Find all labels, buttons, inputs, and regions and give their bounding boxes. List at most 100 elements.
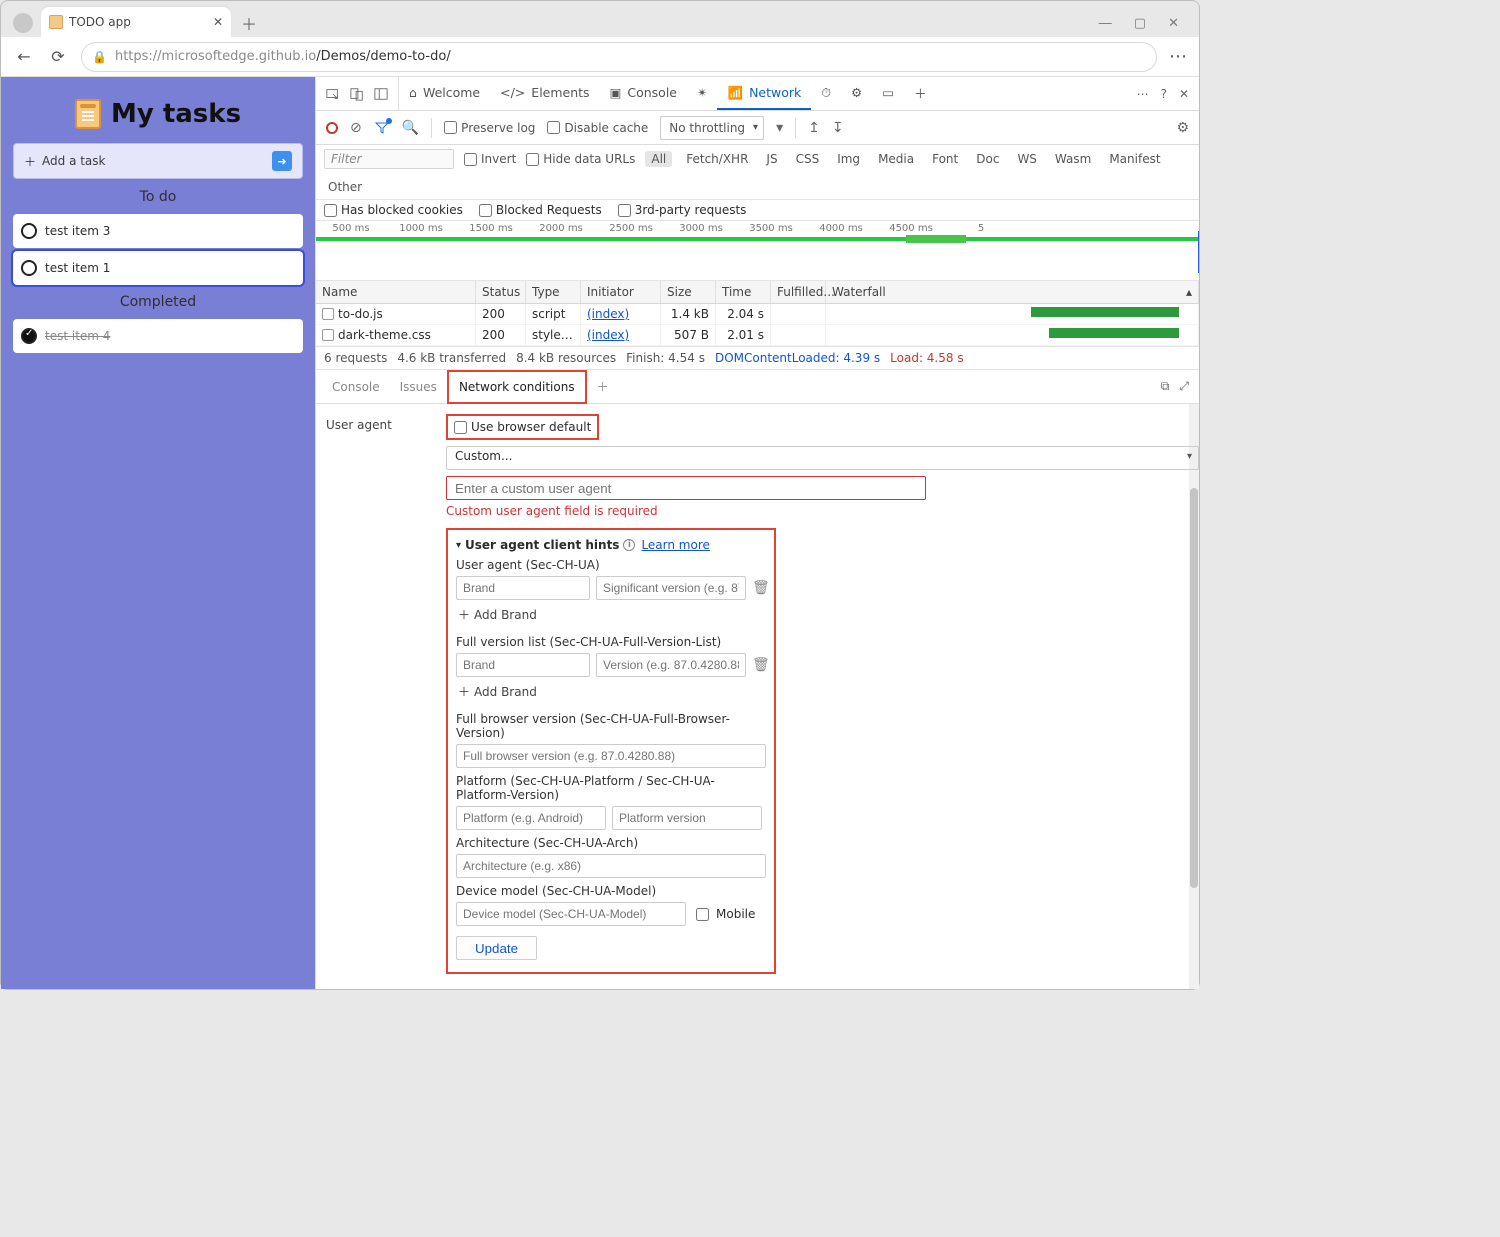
- search-icon[interactable]: 🔍: [402, 120, 419, 136]
- hide-data-urls-checkbox[interactable]: Hide data URLs: [526, 152, 635, 166]
- drawer-tab-console[interactable]: Console: [322, 370, 390, 403]
- tab-add[interactable]: ＋: [904, 77, 937, 110]
- upload-icon[interactable]: ↥: [808, 120, 820, 136]
- tab-elements[interactable]: </>Elements: [490, 77, 599, 110]
- delete-icon[interactable]: 🗑: [752, 657, 770, 673]
- filter-toggle-icon[interactable]: [374, 120, 390, 136]
- initiator-link[interactable]: (index): [587, 328, 629, 342]
- filter-type[interactable]: Font: [928, 151, 962, 167]
- tab-network[interactable]: 📶Network: [717, 77, 811, 110]
- tab-console[interactable]: ▣Console: [600, 77, 687, 110]
- close-window-icon[interactable]: ✕: [1168, 16, 1179, 31]
- third-party-checkbox[interactable]: 3rd-party requests: [618, 203, 747, 217]
- task-checkbox-checked-icon[interactable]: [21, 328, 37, 344]
- tab-application[interactable]: ▭: [872, 77, 904, 110]
- update-button[interactable]: Update: [456, 936, 537, 960]
- filter-type[interactable]: All: [645, 151, 672, 167]
- app-title: My tasks: [111, 99, 241, 129]
- delete-icon[interactable]: 🗑: [752, 580, 770, 596]
- download-icon[interactable]: ↧: [832, 120, 844, 136]
- help-icon[interactable]: ?: [1161, 87, 1167, 101]
- user-agent-label: User agent: [326, 414, 446, 432]
- refresh-icon[interactable]: ⟳: [47, 47, 69, 66]
- drawer-add-tab[interactable]: ＋: [587, 370, 619, 403]
- platform-input[interactable]: [456, 806, 606, 830]
- filter-input[interactable]: Filter: [324, 149, 454, 169]
- filter-type[interactable]: Media: [874, 151, 918, 167]
- task-item[interactable]: test item 3: [13, 214, 303, 248]
- ua-select[interactable]: Custom...: [446, 446, 1199, 470]
- filter-type[interactable]: Manifest: [1105, 151, 1164, 167]
- platform-version-input[interactable]: [612, 806, 762, 830]
- expand-icon[interactable]: ▾: [456, 540, 461, 551]
- network-timeline[interactable]: 500 ms1000 ms1500 ms2000 ms2500 ms3000 m…: [316, 221, 1199, 281]
- version-input[interactable]: [596, 653, 746, 677]
- filter-type[interactable]: Fetch/XHR: [682, 151, 752, 167]
- sort-icon[interactable]: ▴: [1186, 285, 1192, 299]
- invert-checkbox[interactable]: Invert: [464, 152, 516, 166]
- maximize-icon[interactable]: ▢: [1134, 16, 1146, 31]
- address-bar[interactable]: 🔒 https://microsoftedge.github.io/Demos/…: [81, 42, 1157, 72]
- back-icon[interactable]: ←: [13, 47, 35, 66]
- profile-avatar-icon[interactable]: [13, 13, 33, 33]
- task-item-done[interactable]: test item 4: [13, 319, 303, 353]
- sig-version-input[interactable]: [596, 576, 746, 600]
- table-header[interactable]: Name Status Type Initiator Size Time Ful…: [316, 281, 1199, 304]
- ua-custom-input[interactable]: [446, 476, 926, 500]
- toggle-sidebar-icon[interactable]: [374, 86, 388, 101]
- network-settings-icon[interactable]: ⚙: [1176, 120, 1189, 136]
- device-toggle-icon[interactable]: [350, 86, 364, 101]
- add-brand-button[interactable]: ＋Add Brand: [458, 606, 537, 623]
- tab-performance[interactable]: ⏱: [811, 77, 841, 110]
- arch-input[interactable]: [456, 854, 766, 878]
- new-tab-button[interactable]: ＋: [235, 9, 263, 37]
- mobile-checkbox[interactable]: Mobile: [692, 905, 755, 924]
- model-input[interactable]: [456, 902, 686, 926]
- table-row[interactable]: to-do.js 200 script (index) 1.4 kB 2.04 …: [316, 304, 1199, 325]
- submit-task-icon[interactable]: ➜: [272, 151, 292, 171]
- filter-type[interactable]: Img: [833, 151, 864, 167]
- clear-icon[interactable]: ⊘: [350, 120, 362, 136]
- task-checkbox-icon[interactable]: [21, 260, 37, 276]
- drawer-tab-network-conditions[interactable]: Network conditions: [447, 370, 587, 404]
- blocked-requests-checkbox[interactable]: Blocked Requests: [479, 203, 602, 217]
- learn-more-link[interactable]: Learn more: [641, 538, 709, 552]
- blocked-cookies-checkbox[interactable]: Has blocked cookies: [324, 203, 463, 217]
- brand-input[interactable]: [456, 576, 590, 600]
- throttling-select[interactable]: No throttling: [660, 116, 764, 140]
- add-brand-button-2[interactable]: ＋Add Brand: [458, 683, 537, 700]
- table-row[interactable]: dark-theme.css 200 styleshe... (index) 5…: [316, 325, 1199, 346]
- minimize-icon[interactable]: ―: [1099, 16, 1112, 31]
- throttling-presets-icon[interactable]: ▾: [776, 120, 783, 136]
- browser-menu-icon[interactable]: ⋯: [1169, 46, 1187, 67]
- disable-cache-checkbox[interactable]: Disable cache: [547, 121, 648, 135]
- inspect-icon[interactable]: [326, 86, 340, 101]
- drawer-tab-issues[interactable]: Issues: [390, 370, 447, 403]
- filter-type[interactable]: Other: [324, 179, 366, 195]
- task-checkbox-icon[interactable]: [21, 223, 37, 239]
- brand-input-2[interactable]: [456, 653, 590, 677]
- expand-drawer-icon[interactable]: ⤢: [1179, 379, 1189, 394]
- add-task-button[interactable]: ＋ Add a task ➜: [13, 143, 303, 179]
- filter-type[interactable]: Doc: [972, 151, 1003, 167]
- initiator-link[interactable]: (index): [587, 307, 629, 321]
- filter-type[interactable]: JS: [762, 151, 781, 167]
- record-icon[interactable]: [326, 122, 338, 134]
- dock-icon[interactable]: ⧉: [1161, 379, 1170, 394]
- browser-tab[interactable]: TODO app ✕: [41, 7, 231, 37]
- tab-close-icon[interactable]: ✕: [213, 15, 223, 29]
- tab-settings[interactable]: ⚙: [841, 77, 872, 110]
- preserve-log-checkbox[interactable]: Preserve log: [444, 121, 535, 135]
- info-icon[interactable]: i: [623, 539, 635, 551]
- tab-debug[interactable]: ✴: [687, 77, 717, 110]
- tab-welcome[interactable]: ⌂Welcome: [399, 77, 490, 110]
- close-devtools-icon[interactable]: ✕: [1179, 87, 1189, 101]
- filter-type[interactable]: WS: [1013, 151, 1040, 167]
- task-item[interactable]: test item 1: [13, 251, 303, 285]
- filter-type[interactable]: Wasm: [1051, 151, 1095, 167]
- use-browser-default-checkbox[interactable]: Use browser default: [454, 420, 591, 434]
- more-tools-icon[interactable]: ⋯: [1137, 87, 1149, 101]
- drawer-scrollbar[interactable]: [1189, 404, 1199, 989]
- full-browser-input[interactable]: [456, 744, 766, 768]
- filter-type[interactable]: CSS: [792, 151, 824, 167]
